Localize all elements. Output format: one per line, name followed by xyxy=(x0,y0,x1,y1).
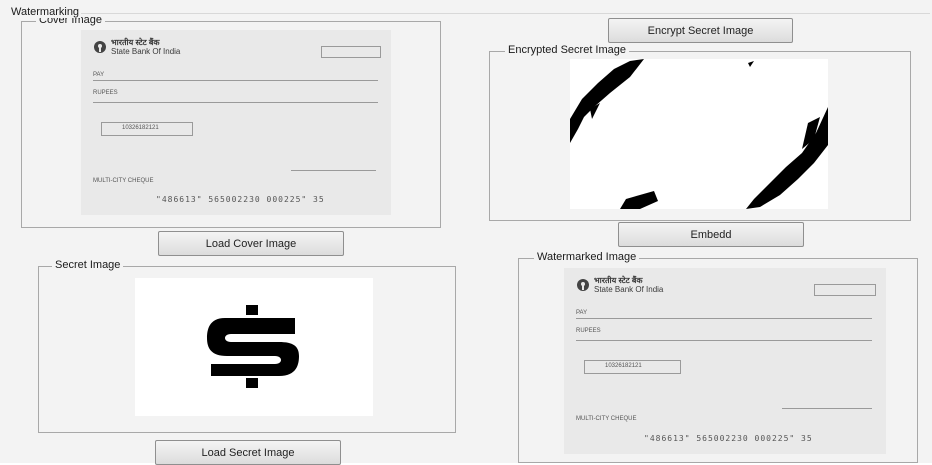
encrypt-secret-image-button[interactable]: Encrypt Secret Image xyxy=(608,18,793,43)
encrypt-secret-image-label: Encrypt Secret Image xyxy=(647,24,754,37)
cheque-date-box xyxy=(814,284,876,296)
watermarked-cheque-image: भारतीय स्टेट बैंक State Bank Of India PA… xyxy=(564,268,886,454)
cheque-pay-line xyxy=(576,318,872,319)
cover-image-panel: Cover Image भारतीय स्टेट बैंक State Bank… xyxy=(21,14,441,228)
load-cover-image-label: Load Cover Image xyxy=(205,237,297,250)
cheque-pay-label: PAY xyxy=(576,310,588,316)
cheque-pay-label: PAY xyxy=(93,72,105,78)
encrypted-secret-image xyxy=(570,59,828,209)
cheque-account-box: 10326182121 xyxy=(584,360,681,374)
cheque-bank-name: State Bank Of India xyxy=(594,285,664,294)
cheque-rupees-line xyxy=(93,102,378,103)
cheque-micr-line: "486613" 565002230 000225" 35 xyxy=(644,434,813,443)
embed-button[interactable]: Embedd xyxy=(618,222,804,247)
load-secret-image-label: Load Secret Image xyxy=(201,446,295,459)
cheque-multicity: MULTI-CITY CHEQUE xyxy=(93,178,154,184)
encrypted-secret-image-title: Encrypted Secret Image xyxy=(505,44,630,57)
window-title: Watermarking xyxy=(9,6,82,18)
dollar-sign-icon xyxy=(207,305,299,388)
cheque-rupees-line xyxy=(576,340,872,341)
cheque-rupees-label: RUPEES xyxy=(576,328,601,334)
load-cover-image-button[interactable]: Load Cover Image xyxy=(158,231,344,256)
cheque-account-box: 10326182121 xyxy=(101,122,193,136)
cheque-account-number: 10326182121 xyxy=(605,363,642,369)
cheque-logo-icon xyxy=(577,279,589,291)
cheque-bank-name: State Bank Of India xyxy=(111,47,181,56)
cheque-rupees-label: RUPEES xyxy=(93,90,118,96)
watermarked-image-panel: Watermarked Image भारतीय स्टेट बैंक Stat… xyxy=(518,251,918,463)
watermarking-window: Watermarking Cover Image भारतीय स्टेट बै… xyxy=(0,0,932,465)
cheque-signature-line xyxy=(291,170,376,171)
secret-image xyxy=(135,278,373,416)
cover-cheque-image: भारतीय स्टेट बैंक State Bank Of India PA… xyxy=(81,30,391,215)
outer-frame-line xyxy=(10,13,930,14)
cheque-multicity: MULTI-CITY CHEQUE xyxy=(576,416,637,422)
embed-label: Embedd xyxy=(690,228,732,241)
cheque-logo-icon xyxy=(94,41,106,53)
cheque-pay-line xyxy=(93,80,378,81)
load-secret-image-button[interactable]: Load Secret Image xyxy=(155,440,341,465)
secret-image-panel: Secret Image xyxy=(38,259,456,433)
secret-image-title: Secret Image xyxy=(52,259,124,272)
watermarked-image-title: Watermarked Image xyxy=(534,251,640,264)
cheque-date-box xyxy=(321,46,381,58)
cheque-account-number: 10326182121 xyxy=(122,125,159,131)
cheque-micr-line: "486613" 565002230 000225" 35 xyxy=(156,195,325,204)
encrypted-pattern xyxy=(570,59,828,209)
encrypted-secret-image-panel: Encrypted Secret Image xyxy=(489,44,911,221)
cheque-signature-line xyxy=(782,408,872,409)
